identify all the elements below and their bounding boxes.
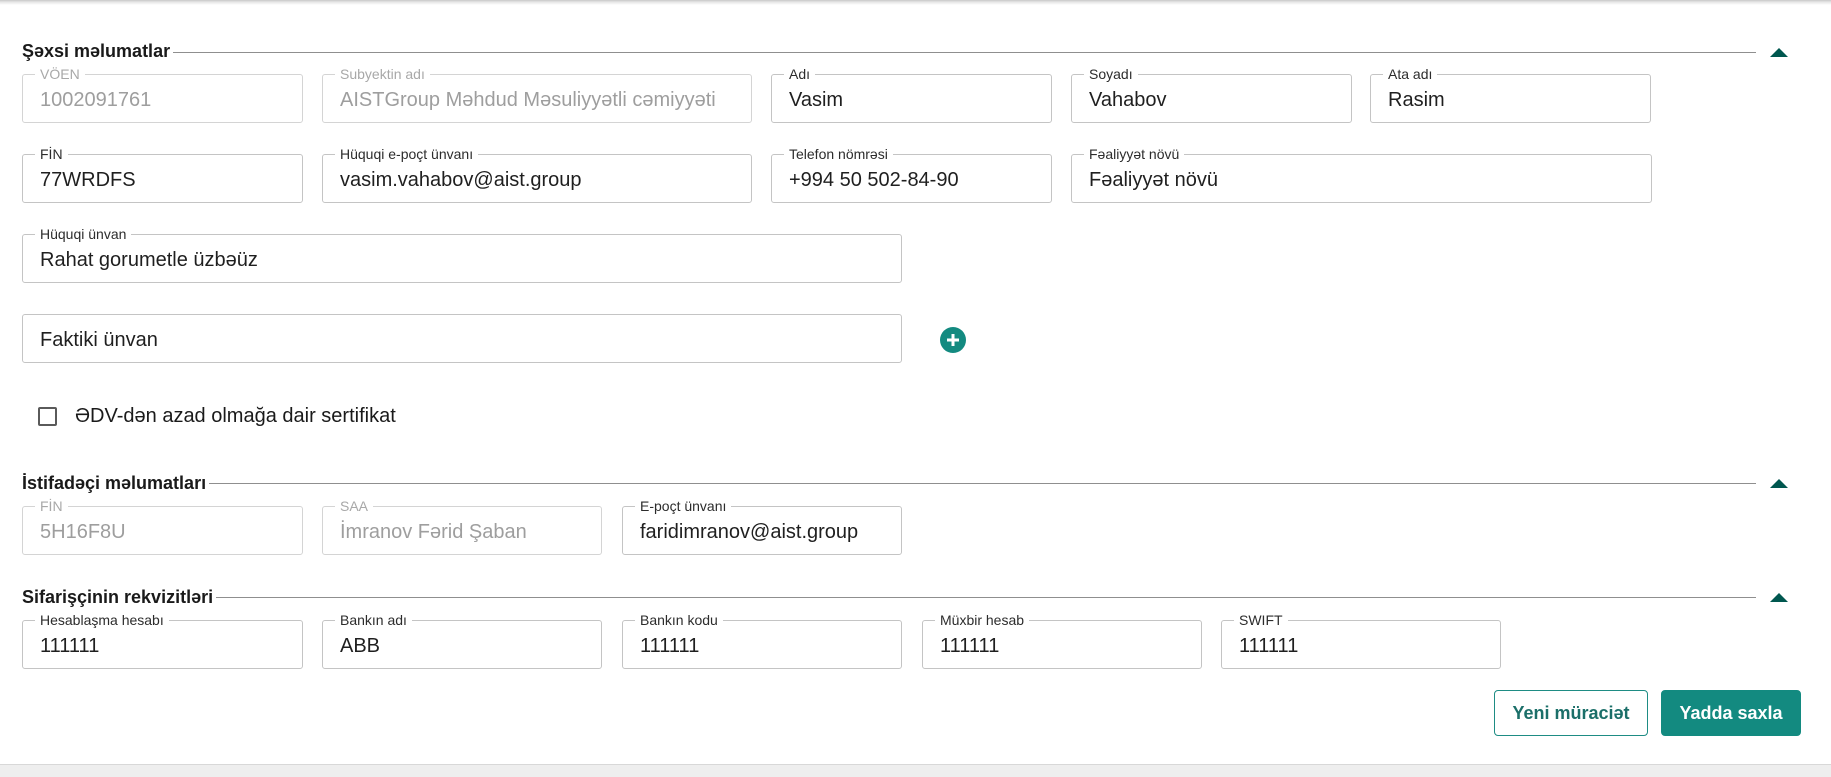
settlement-account-label: Hesablaşma hesabı: [35, 612, 169, 628]
bank-code-value[interactable]: 111111: [640, 634, 891, 658]
surname-value[interactable]: Vahabov: [1089, 88, 1341, 112]
bank-code-field[interactable]: Bankın kodu 111111: [622, 612, 902, 669]
section-divider: [22, 597, 1756, 598]
fin-label: FİN: [35, 146, 68, 162]
patronymic-label: Ata adı: [1383, 66, 1438, 82]
activity-type-label: Fəaliyyət növü: [1084, 146, 1185, 162]
bank-name-value[interactable]: ABB: [340, 634, 591, 658]
chevron-up-icon[interactable]: [1767, 476, 1791, 490]
bank-name-field[interactable]: Bankın adı ABB: [322, 612, 602, 669]
subject-name-label: Subyektin adı: [335, 66, 430, 82]
first-name-label: Adı: [784, 66, 816, 82]
phone-value[interactable]: +994 50 502-84-90: [789, 168, 1041, 192]
phone-field[interactable]: Telefon nömrəsi +994 50 502-84-90: [771, 146, 1052, 203]
patronymic-field[interactable]: Ata adı Rasim: [1370, 66, 1651, 123]
fin-value[interactable]: 77WRDFS: [40, 168, 292, 192]
actual-address-placeholder[interactable]: Faktiki ünvan: [40, 328, 891, 352]
legal-address-field[interactable]: Hüquqi ünvan Rahat gorumetle üzbəüz: [22, 226, 902, 283]
vat-certificate-label: ƏDV-dən azad olmağa dair sertifikat: [75, 404, 396, 427]
user-email-value[interactable]: faridimranov@aist.group: [640, 520, 891, 544]
legal-email-label: Hüquqi e-poçt ünvanı: [335, 146, 479, 162]
user-fin-label: FİN: [35, 498, 68, 514]
first-name-value[interactable]: Vasim: [789, 88, 1041, 112]
subject-name-field: Subyektin adı AISTGroup Məhdud Məsuliyyə…: [322, 66, 752, 123]
user-fin-value: 5H16F8U: [40, 521, 126, 543]
chevron-up-icon[interactable]: [1767, 45, 1791, 59]
checkbox-unchecked-icon[interactable]: [38, 406, 57, 426]
swift-field[interactable]: SWIFT 111111: [1221, 612, 1501, 669]
legal-email-field[interactable]: Hüquqi e-poçt ünvanı vasim.vahabov@aist.…: [322, 146, 752, 203]
bank-name-label: Bankın adı: [335, 612, 412, 628]
correspondent-account-value[interactable]: 111111: [940, 634, 1191, 658]
section-divider: [22, 483, 1756, 484]
activity-type-value[interactable]: Fəaliyyət növü: [1089, 168, 1641, 192]
correspondent-account-field[interactable]: Müxbir hesab 111111: [922, 612, 1202, 669]
surname-label: Soyadı: [1084, 66, 1138, 82]
voen-value: 1002091761: [40, 89, 152, 111]
new-request-button[interactable]: Yeni müraciət: [1494, 690, 1648, 736]
activity-type-field[interactable]: Fəaliyyət növü Fəaliyyət növü: [1071, 146, 1652, 203]
section-title-personal: Şəxsi məlumatlar: [22, 41, 174, 61]
user-email-label: E-poçt ünvanı: [635, 498, 732, 514]
voen-field: VÖEN 1002091761: [22, 66, 303, 123]
correspondent-account-label: Müxbir hesab: [935, 612, 1030, 628]
surname-field[interactable]: Soyadı Vahabov: [1071, 66, 1352, 123]
actual-address-field[interactable]: Faktiki ünvan: [22, 314, 902, 363]
legal-address-value[interactable]: Rahat gorumetle üzbəüz: [40, 248, 891, 272]
phone-label: Telefon nömrəsi: [784, 146, 893, 162]
bank-code-label: Bankın kodu: [635, 612, 723, 628]
voen-label: VÖEN: [35, 66, 85, 82]
user-email-field[interactable]: E-poçt ünvanı faridimranov@aist.group: [622, 498, 902, 555]
swift-label: SWIFT: [1234, 612, 1288, 628]
plus-circle-icon[interactable]: [940, 327, 966, 353]
section-divider: [22, 52, 1756, 53]
section-title-requisites: Sifarişçinin rekvizitləri: [22, 587, 217, 607]
save-button[interactable]: Yadda saxla: [1661, 690, 1801, 736]
section-title-user: İstifadəçi məlumatları: [22, 473, 210, 493]
user-saa-label: SAA: [335, 498, 374, 514]
patronymic-value[interactable]: Rasim: [1388, 88, 1640, 112]
top-shadow: [0, 0, 1831, 5]
first-name-field[interactable]: Adı Vasim: [771, 66, 1052, 123]
swift-value[interactable]: 111111: [1239, 634, 1490, 658]
user-saa-field: SAA İmranov Fərid Şaban: [322, 498, 602, 555]
chevron-up-icon[interactable]: [1767, 590, 1791, 604]
subject-name-value: AISTGroup Məhdud Məsuliyyətli cəmiyyəti: [340, 89, 716, 111]
fin-field[interactable]: FİN 77WRDFS: [22, 146, 303, 203]
bottom-bar: [0, 764, 1831, 777]
user-saa-value: İmranov Fərid Şaban: [340, 521, 527, 543]
settlement-account-value[interactable]: 111111: [40, 634, 292, 658]
user-fin-field: FİN 5H16F8U: [22, 498, 303, 555]
legal-address-label: Hüquqi ünvan: [35, 226, 132, 242]
vat-certificate-checkbox-row[interactable]: ƏDV-dən azad olmağa dair sertifikat: [38, 404, 396, 428]
settlement-account-field[interactable]: Hesablaşma hesabı 111111: [22, 612, 303, 669]
legal-email-value[interactable]: vasim.vahabov@aist.group: [340, 168, 741, 192]
